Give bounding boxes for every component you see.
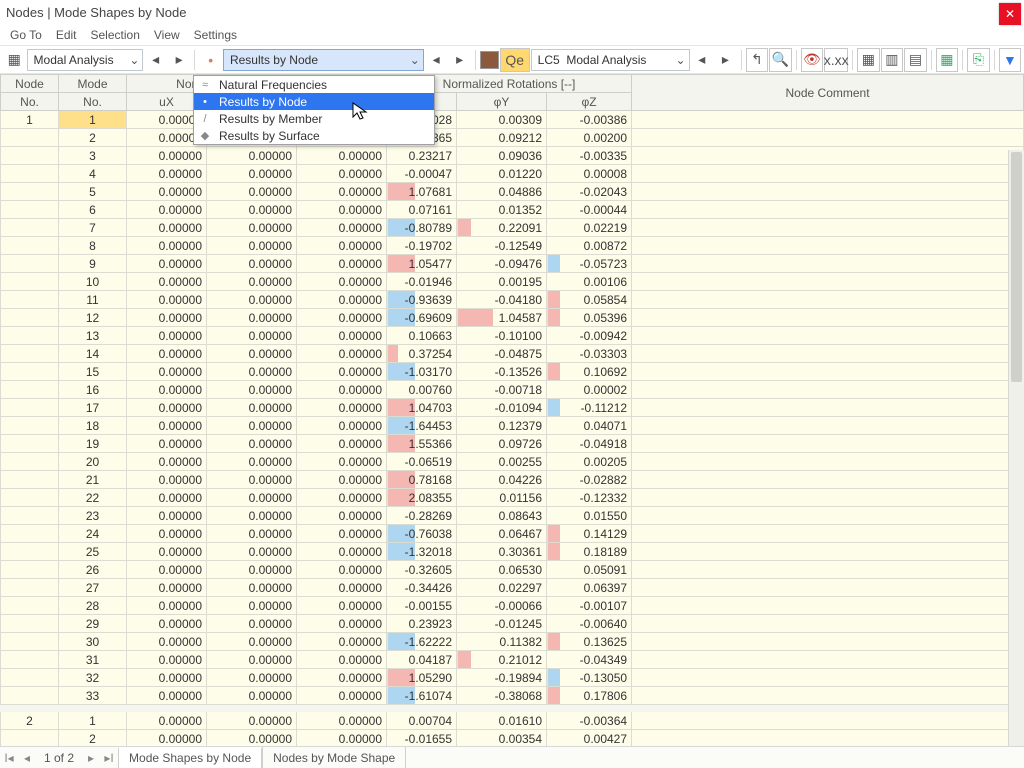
- table-row[interactable]: 310.000000.000000.000000.041870.21012-0.…: [1, 651, 1024, 669]
- nav-prev[interactable]: ◂: [18, 751, 36, 765]
- table-row[interactable]: 230.000000.000000.00000-0.282690.086430.…: [1, 507, 1024, 525]
- tool-chart[interactable]: ▦: [936, 48, 959, 72]
- table-row[interactable]: 130.000000.000000.000000.10663-0.10100-0…: [1, 327, 1024, 345]
- table-row[interactable]: 150.000000.000000.00000-1.03170-0.135260…: [1, 363, 1024, 381]
- nav-next[interactable]: ▸: [82, 751, 100, 765]
- table-row[interactable]: 190.000000.000000.000001.553660.09726-0.…: [1, 435, 1024, 453]
- table-row[interactable]: 80.000000.000000.00000-0.19702-0.125490.…: [1, 237, 1024, 255]
- table-row[interactable]: 50.000000.000000.000001.076810.04886-0.0…: [1, 183, 1024, 201]
- table-row[interactable]: 210.000000.000000.000000.781680.04226-0.…: [1, 471, 1024, 489]
- tool-select[interactable]: ↰: [746, 48, 769, 72]
- table-row[interactable]: 100.000000.000000.00000-0.019460.001950.…: [1, 273, 1024, 291]
- table-row[interactable]: 40.000000.000000.00000-0.000470.012200.0…: [1, 165, 1024, 183]
- tool-export[interactable]: ⎘: [967, 48, 990, 72]
- dd-results-surface[interactable]: ◆Results by Surface: [194, 127, 434, 144]
- prev-lc[interactable]: ◂: [691, 48, 714, 72]
- chevron-down-icon: ⌄: [126, 53, 142, 67]
- table-row[interactable]: 140.000000.000000.000000.37254-0.04875-0…: [1, 345, 1024, 363]
- results-table: Node Mode Normalized Displacements [--] …: [0, 74, 1024, 746]
- next-lc[interactable]: ▸: [714, 48, 737, 72]
- window-title: Nodes | Mode Shapes by Node: [6, 5, 186, 20]
- table-row[interactable]: 160.000000.000000.000000.00760-0.007180.…: [1, 381, 1024, 399]
- nav-last[interactable]: ▸I: [100, 751, 118, 765]
- page-indicator: 1 of 2: [36, 751, 82, 765]
- col-node[interactable]: Node: [1, 75, 59, 93]
- table-row[interactable]: 180.000000.000000.00000-1.644530.123790.…: [1, 417, 1024, 435]
- col-mode[interactable]: Mode: [59, 75, 127, 93]
- surface-icon: ◆: [197, 129, 213, 143]
- menu-view[interactable]: View: [148, 26, 186, 44]
- tool-table3[interactable]: ▤: [904, 48, 927, 72]
- table-row[interactable]: 330.000000.000000.00000-1.61074-0.380680…: [1, 687, 1024, 705]
- table-row[interactable]: 280.000000.000000.00000-0.00155-0.00066-…: [1, 597, 1024, 615]
- tool-filter[interactable]: ▼: [999, 48, 1022, 72]
- combo-analysis[interactable]: Modal Analysis⌄: [27, 49, 144, 71]
- table-row[interactable]: 170.000000.000000.000001.04703-0.01094-0…: [1, 399, 1024, 417]
- results-dropdown: ≈Natural Frequencies •Results by Node /R…: [193, 75, 435, 145]
- table-row[interactable]: 240.000000.000000.00000-0.760380.064670.…: [1, 525, 1024, 543]
- close-icon: ✕: [1005, 7, 1015, 21]
- next-result[interactable]: ▸: [448, 48, 471, 72]
- table-row[interactable]: 70.000000.000000.00000-0.807890.220910.0…: [1, 219, 1024, 237]
- table-row[interactable]: 20.000000.000000.00000-0.093650.092120.0…: [1, 129, 1024, 147]
- table-row[interactable]: 300.000000.000000.00000-1.622220.113820.…: [1, 633, 1024, 651]
- color-swatch[interactable]: [480, 51, 499, 69]
- prev-analysis[interactable]: ◂: [144, 48, 167, 72]
- titlebar: Nodes | Mode Shapes by Node ✕: [0, 0, 1024, 25]
- table-row[interactable]: 210.000000.000000.000000.007040.01610-0.…: [1, 712, 1024, 730]
- nav-first[interactable]: I◂: [0, 751, 18, 765]
- combo-results[interactable]: Results by Node⌄: [223, 49, 424, 71]
- menu-selection[interactable]: Selection: [85, 26, 146, 44]
- vertical-scrollbar[interactable]: [1008, 150, 1024, 746]
- combo-loadcase[interactable]: LC5 Modal Analysis⌄: [531, 49, 690, 71]
- dot-icon: •: [199, 48, 222, 72]
- lc-box[interactable]: Qe: [500, 48, 530, 72]
- dd-results-node[interactable]: •Results by Node: [194, 93, 434, 110]
- table-row[interactable]: 250.000000.000000.00000-1.320180.303610.…: [1, 543, 1024, 561]
- table-row[interactable]: 200.000000.000000.00000-0.065190.002550.…: [1, 453, 1024, 471]
- table-row[interactable]: 110.000000.000000.00000-0.93639-0.041800…: [1, 291, 1024, 309]
- table-row[interactable]: 20.000000.000000.00000-0.016550.003540.0…: [1, 730, 1024, 746]
- col-comment[interactable]: Node Comment: [632, 75, 1024, 111]
- tool-table2[interactable]: ▥: [881, 48, 904, 72]
- modal-icon: ▦: [3, 48, 26, 72]
- statusbar: I◂ ◂ 1 of 2 ▸ ▸I Mode Shapes by Node Nod…: [0, 746, 1024, 768]
- dd-natural-freq[interactable]: ≈Natural Frequencies: [194, 76, 434, 93]
- menu-settings[interactable]: Settings: [188, 26, 243, 44]
- line-icon: /: [197, 112, 213, 126]
- tab-mode-shapes[interactable]: Mode Shapes by Node: [118, 747, 262, 768]
- table-row[interactable]: 90.000000.000000.000001.05477-0.09476-0.…: [1, 255, 1024, 273]
- table-row[interactable]: 120.000000.000000.00000-0.696091.045870.…: [1, 309, 1024, 327]
- menubar: Go To Edit Selection View Settings: [0, 25, 1024, 45]
- chevron-down-icon: ⌄: [407, 53, 423, 67]
- dot-icon: •: [197, 95, 213, 109]
- table-row[interactable]: 220.000000.000000.000002.083550.01156-0.…: [1, 489, 1024, 507]
- prev-result[interactable]: ◂: [425, 48, 448, 72]
- chevron-down-icon: ⌄: [673, 53, 689, 67]
- table-row[interactable]: 270.000000.000000.00000-0.344260.022970.…: [1, 579, 1024, 597]
- table-row[interactable]: 320.000000.000000.000001.05290-0.19894-0…: [1, 669, 1024, 687]
- wave-icon: ≈: [197, 78, 213, 92]
- table-row[interactable]: 30.000000.000000.000000.232170.09036-0.0…: [1, 147, 1024, 165]
- tool-format[interactable]: x.xx: [824, 48, 848, 72]
- toolbar: ▦ Modal Analysis⌄ ◂ ▸ • Results by Node⌄…: [0, 45, 1024, 74]
- scrollbar-thumb[interactable]: [1011, 152, 1022, 382]
- table-row[interactable]: 260.000000.000000.00000-0.326050.065300.…: [1, 561, 1024, 579]
- tool-find[interactable]: 🔍: [769, 48, 792, 72]
- close-button[interactable]: ✕: [999, 3, 1021, 25]
- next-analysis[interactable]: ▸: [168, 48, 191, 72]
- menu-edit[interactable]: Edit: [50, 26, 83, 44]
- table-row[interactable]: 60.000000.000000.000000.071610.01352-0.0…: [1, 201, 1024, 219]
- table-row[interactable]: 290.000000.000000.000000.23923-0.01245-0…: [1, 615, 1024, 633]
- table-row[interactable]: 110.000000.000000.00000-0.000280.00309-0…: [1, 111, 1024, 129]
- menu-goto[interactable]: Go To: [4, 26, 48, 44]
- tool-table1[interactable]: ▦: [857, 48, 880, 72]
- dd-results-member[interactable]: /Results by Member: [194, 110, 434, 127]
- tab-nodes-by-mode[interactable]: Nodes by Mode Shape: [262, 747, 406, 768]
- data-grid[interactable]: Node Mode Normalized Displacements [--] …: [0, 74, 1024, 746]
- tool-view[interactable]: 👁: [801, 48, 824, 72]
